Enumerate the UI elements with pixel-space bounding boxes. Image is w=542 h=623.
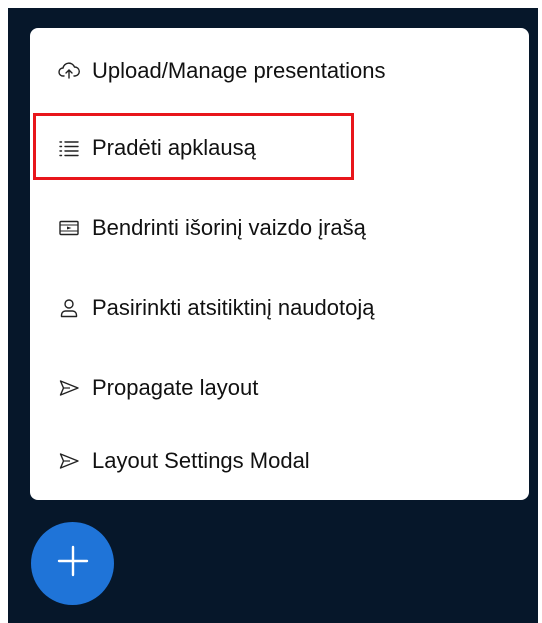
menu-item-label: Propagate layout [92, 375, 259, 400]
menu-item-label: Pradėti apklausą [92, 135, 256, 160]
menu-item-upload-manage-presentations[interactable]: Upload/Manage presentations [30, 41, 529, 101]
video-frame-icon [58, 217, 80, 239]
plus-icon [55, 543, 91, 584]
menu-item-label: Layout Settings Modal [92, 448, 310, 473]
menu-item-label: Pasirinkti atsitiktinį naudotoją [92, 295, 375, 320]
menu-item-share-external-video[interactable]: Bendrinti išorinį vaizdo įrašą [30, 198, 529, 258]
menu-item-label: Upload/Manage presentations [92, 58, 386, 83]
cloud-upload-icon [58, 60, 80, 82]
actions-menu: Upload/Manage presentations Pradėti apkl… [30, 28, 529, 500]
user-icon [58, 297, 80, 319]
send-icon [58, 450, 80, 472]
send-icon [58, 377, 80, 399]
actions-fab-button[interactable] [31, 522, 114, 605]
menu-item-propagate-layout[interactable]: Propagate layout [30, 358, 529, 418]
menu-item-select-random-user[interactable]: Pasirinkti atsitiktinį naudotoją [30, 278, 529, 338]
menu-item-start-poll[interactable]: Pradėti apklausą [30, 118, 529, 178]
list-icon [58, 137, 80, 159]
menu-item-layout-settings-modal[interactable]: Layout Settings Modal [30, 431, 529, 491]
menu-item-label: Bendrinti išorinį vaizdo įrašą [92, 215, 366, 240]
